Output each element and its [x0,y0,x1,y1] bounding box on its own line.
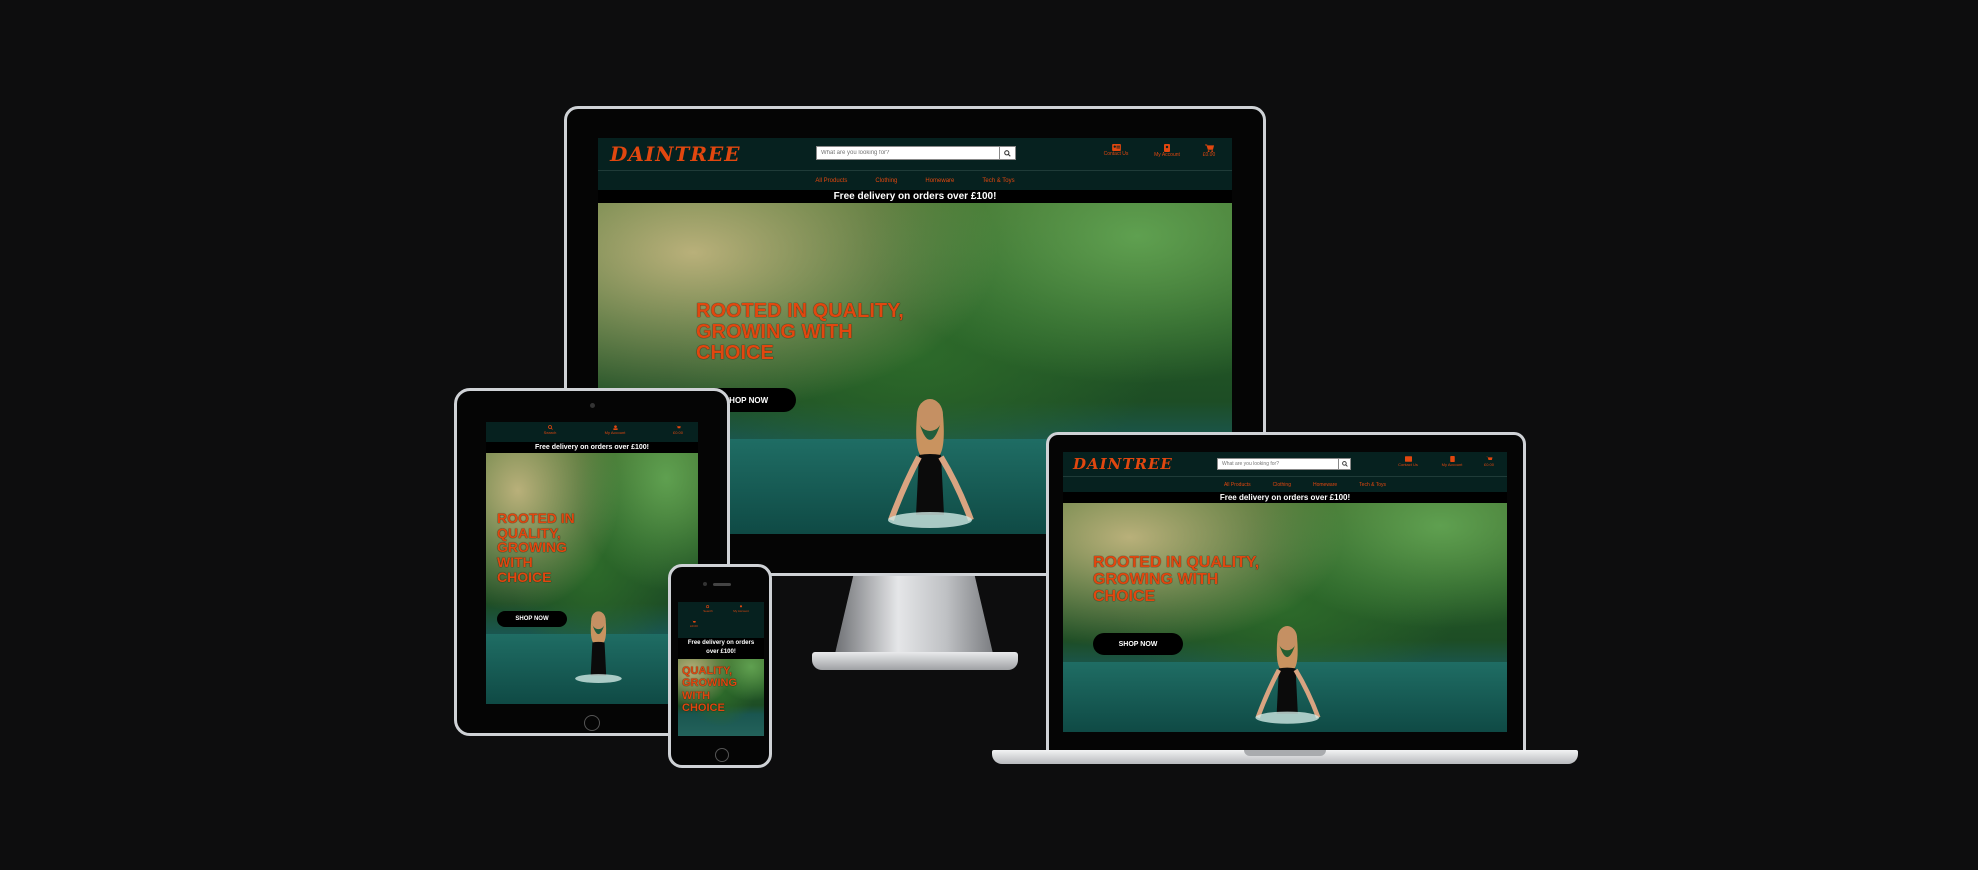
laptop-contact-link[interactable]: Contact Us [1393,456,1423,467]
laptop-account-link[interactable]: My Account [1437,456,1467,467]
nav-all-products[interactable]: All Products [1224,482,1251,488]
site-logo[interactable]: DAINTREE [610,142,741,166]
phone-speaker [713,583,731,586]
tablet-search-link[interactable]: Search [538,425,562,435]
tablet-basket-link[interactable]: £0.00 [666,425,690,435]
phone-account-link[interactable]: My Account [728,605,754,613]
tablet-shop-now-button[interactable]: SHOP NOW [497,611,567,627]
tablet-account-link[interactable]: My Account [600,425,630,435]
nav-homeware[interactable]: Homeware [925,178,954,184]
phone-device: Search My Account £0.00 Free delivery on… [668,564,772,768]
tablet-camera [590,403,595,408]
laptop-notch [1244,750,1326,756]
laptop-search-input[interactable] [1217,458,1339,470]
account-link[interactable]: My Account [1148,144,1186,158]
phone-screen: Search My Account £0.00 Free delivery on… [678,602,764,736]
laptop-hero: ROOTED IN QUALITY, GROWING WITH CHOICE S… [1063,503,1507,732]
hero-swimmer-image [1255,626,1321,724]
tablet-hero: ROOTED IN QUALITY, GROWING WITH CHOICE S… [486,453,698,704]
hero-heading: ROOTED IN QUALITY, GROWING WITH CHOICE [696,300,904,364]
nav-tech-toys[interactable]: Tech & Toys [1359,482,1386,488]
tablet-home-button [584,715,600,731]
account-label: My Account [1154,152,1180,158]
nav-clothing[interactable]: Clothing [875,178,897,184]
nav-tech-toys[interactable]: Tech & Toys [982,178,1014,184]
hero-swimmer-image [575,611,622,683]
contact-link[interactable]: Contact Us [1098,144,1134,157]
monitor-base [812,652,1018,670]
contact-label: Contact Us [1103,151,1129,157]
search-button[interactable] [1000,146,1016,160]
tablet-header: Search My Account £0.00 [486,422,698,442]
laptop-logo[interactable]: DAINTREE [1073,455,1173,473]
nav-homeware[interactable]: Homeware [1313,482,1337,488]
phone-camera [703,582,707,586]
phone-hero-heading: QUALITY, GROWING WITH CHOICE [682,665,737,714]
search-icon [1341,461,1348,467]
promo-banner: Free delivery on orders over £100! [598,190,1232,203]
phone-home-button [715,748,729,762]
basket-total: £0.00 [1202,152,1216,158]
basket-link[interactable]: £0.00 [1196,144,1222,158]
search-icon [1004,149,1011,157]
phone-promo-banner: Free delivery on orders over £100! [678,638,764,659]
site-header: DAINTREE Contact Us My Account £0.00 [598,138,1232,170]
laptop-main-nav: All Products Clothing Homeware Tech & To… [1063,476,1507,493]
laptop-device: DAINTREE Contact Us My Account £0.00 Al [992,432,1578,772]
tablet-screen: Search My Account £0.00 Free delivery on… [486,422,698,704]
laptop-shop-now-button[interactable]: SHOP NOW [1093,633,1183,655]
laptop-header: DAINTREE Contact Us My Account £0.00 [1063,452,1507,476]
laptop-search-bar [1217,458,1351,470]
phone-hero: QUALITY, GROWING WITH CHOICE [678,659,764,736]
search-input[interactable] [816,146,1000,160]
cart-icon [1204,144,1214,152]
contact-card-icon [1111,144,1121,151]
main-nav: All Products Clothing Homeware Tech & To… [598,170,1232,191]
hero-swimmer-image [888,399,974,528]
account-icon [1164,144,1170,152]
tablet-hero-heading: ROOTED IN QUALITY, GROWING WITH CHOICE [497,510,575,585]
laptop-screen: DAINTREE Contact Us My Account £0.00 Al [1063,452,1507,732]
nav-all-products[interactable]: All Products [815,178,847,184]
phone-basket-link[interactable]: £0.00 [684,620,704,628]
laptop-basket-link[interactable]: £0.00 [1477,456,1501,467]
laptop-promo-banner: Free delivery on orders over £100! [1063,492,1507,503]
phone-header: Search My Account £0.00 [678,602,764,638]
laptop-search-button[interactable] [1339,458,1351,470]
laptop-hero-heading: ROOTED IN QUALITY, GROWING WITH CHOICE [1093,554,1260,605]
search-bar [816,146,1016,160]
phone-search-link[interactable]: Search [698,605,718,613]
nav-clothing[interactable]: Clothing [1273,482,1291,488]
tablet-promo-banner: Free delivery on orders over £100! [486,442,698,453]
